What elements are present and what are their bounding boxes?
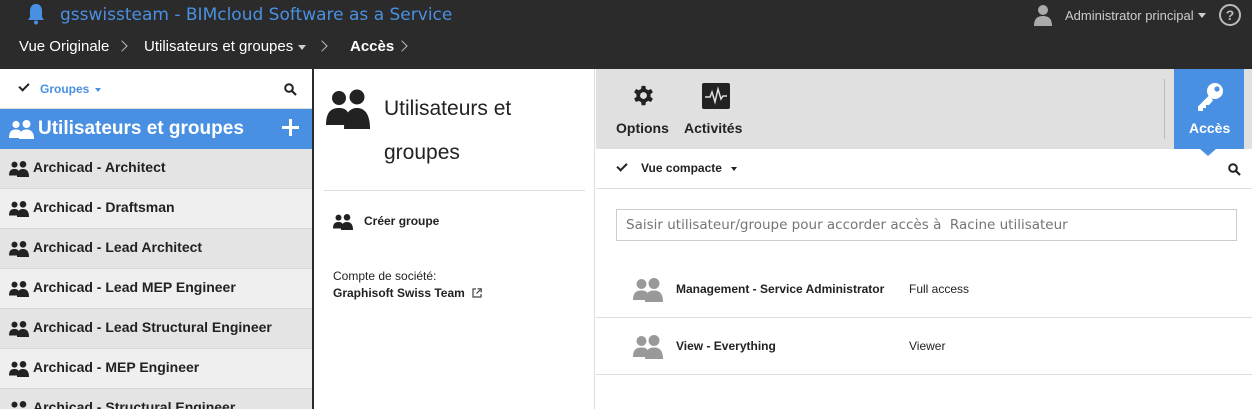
- grant-access-input[interactable]: [616, 209, 1237, 241]
- users-icon: [9, 241, 29, 257]
- activity-monitor-icon: [702, 83, 730, 109]
- group-list-item[interactable]: Archicad - Lead MEP Engineer: [0, 269, 312, 309]
- chevron-down-icon[interactable]: [731, 167, 737, 171]
- external-link-icon[interactable]: [472, 288, 482, 298]
- access-label: Accès: [1189, 120, 1231, 136]
- activities-button[interactable]: Activités: [684, 69, 748, 149]
- divider: [324, 190, 585, 191]
- gear-icon: [634, 85, 653, 106]
- create-group-button[interactable]: Créer groupe: [364, 214, 439, 228]
- group-list-item[interactable]: Archicad - Lead Structural Engineer: [0, 309, 312, 349]
- help-icon[interactable]: ?: [1219, 4, 1241, 26]
- detail-title: Utilisateurs et groupes: [384, 97, 512, 164]
- users-icon[interactable]: [333, 214, 353, 230]
- users-icon: [9, 361, 29, 377]
- toolbar-divider: [1164, 79, 1165, 139]
- check-icon: [18, 80, 30, 92]
- group-list-item[interactable]: Archicad - Draftsman: [0, 189, 312, 229]
- chevron-right-icon: [316, 40, 328, 52]
- view-mode-dropdown[interactable]: Vue compacte: [641, 161, 722, 175]
- company-link[interactable]: Graphisoft Swiss Team: [333, 286, 465, 300]
- groups-filter-bar: Groupes: [0, 69, 312, 109]
- section-title: Utilisateurs et groupes: [38, 118, 244, 139]
- group-label: Archicad - Lead Structural Engineer: [33, 319, 272, 335]
- options-button[interactable]: Options: [616, 69, 672, 149]
- users-icon: [326, 89, 370, 129]
- users-icon: [9, 281, 29, 297]
- group-label: Archicad - Draftsman: [33, 199, 175, 215]
- users-groups-header: Utilisateurs et groupes: [0, 109, 312, 149]
- sidebar: Groupes Utilisateurs et groupes Archicad…: [0, 69, 312, 409]
- group-label: Archicad - Lead MEP Engineer: [33, 279, 236, 295]
- users-icon: [9, 120, 34, 139]
- bell-icon[interactable]: [26, 3, 46, 25]
- view-mode-bar: Vue compacte: [596, 149, 1252, 189]
- access-level[interactable]: Full access: [909, 282, 969, 296]
- breadcrumb-item-users[interactable]: Utilisateurs et groupes: [144, 38, 293, 55]
- access-entry[interactable]: Management - Service Administrator Full a…: [596, 261, 1252, 318]
- chevron-down-icon[interactable]: [95, 88, 101, 92]
- title-row: gsswissteam - BIMcloud Software as a Ser…: [0, 0, 1252, 30]
- group-list-item[interactable]: Archicad - MEP Engineer: [0, 349, 312, 389]
- group-list-item[interactable]: Archicad - Structural Engineer: [0, 389, 312, 409]
- chevron-right-icon[interactable]: [396, 40, 408, 52]
- group-label: Archicad - Lead Architect: [33, 239, 203, 255]
- access-panel: Options Activités Accès Vue compacte Sai…: [596, 69, 1252, 409]
- groups-filter-dropdown[interactable]: Groupes: [40, 82, 89, 96]
- access-entry[interactable]: View - Everything Viewer: [596, 318, 1252, 375]
- access-entry-name: View - Everything: [676, 339, 776, 353]
- group-label: Archicad - Architect: [33, 159, 166, 175]
- user-icon[interactable]: [1033, 4, 1053, 26]
- chevron-right-icon: [116, 40, 128, 52]
- options-label: Options: [616, 120, 669, 136]
- group-list-item[interactable]: Archicad - Lead Architect: [0, 229, 312, 269]
- key-icon: [1198, 83, 1223, 111]
- access-tab-button[interactable]: Accès: [1174, 69, 1244, 149]
- users-icon: [633, 278, 663, 302]
- search-icon[interactable]: [284, 83, 297, 96]
- group-label: Archicad - Structural Engineer: [33, 399, 236, 409]
- chevron-down-icon[interactable]: [1198, 13, 1206, 18]
- user-menu[interactable]: Administrator principal: [1065, 8, 1194, 23]
- group-list-item[interactable]: Archicad - Architect: [0, 149, 312, 189]
- chevron-down-icon[interactable]: [298, 45, 306, 50]
- users-icon: [633, 335, 663, 359]
- detail-panel: Utilisateurs et groupes Créer groupe Com…: [314, 69, 595, 409]
- access-entry-name: Management - Service Administrator: [676, 282, 885, 296]
- check-icon: [616, 160, 628, 172]
- access-level[interactable]: Viewer: [909, 339, 945, 353]
- users-icon: [9, 161, 29, 177]
- group-label: Archicad - MEP Engineer: [33, 359, 200, 375]
- toolbar: Options Activités Accès: [596, 69, 1252, 149]
- breadcrumb-item-home[interactable]: Vue Originale: [19, 38, 109, 55]
- users-icon: [9, 321, 29, 337]
- add-icon[interactable]: [282, 119, 299, 136]
- activities-label: Activités: [684, 120, 743, 136]
- app-title[interactable]: gsswissteam - BIMcloud Software as a Ser…: [60, 5, 452, 25]
- company-label: Compte de société:: [333, 269, 437, 283]
- top-bar: gsswissteam - BIMcloud Software as a Ser…: [0, 0, 1252, 69]
- users-icon: [11, 401, 27, 408]
- breadcrumb-item-access[interactable]: Accès: [350, 38, 394, 55]
- search-icon[interactable]: [1228, 163, 1241, 176]
- users-icon: [9, 201, 29, 217]
